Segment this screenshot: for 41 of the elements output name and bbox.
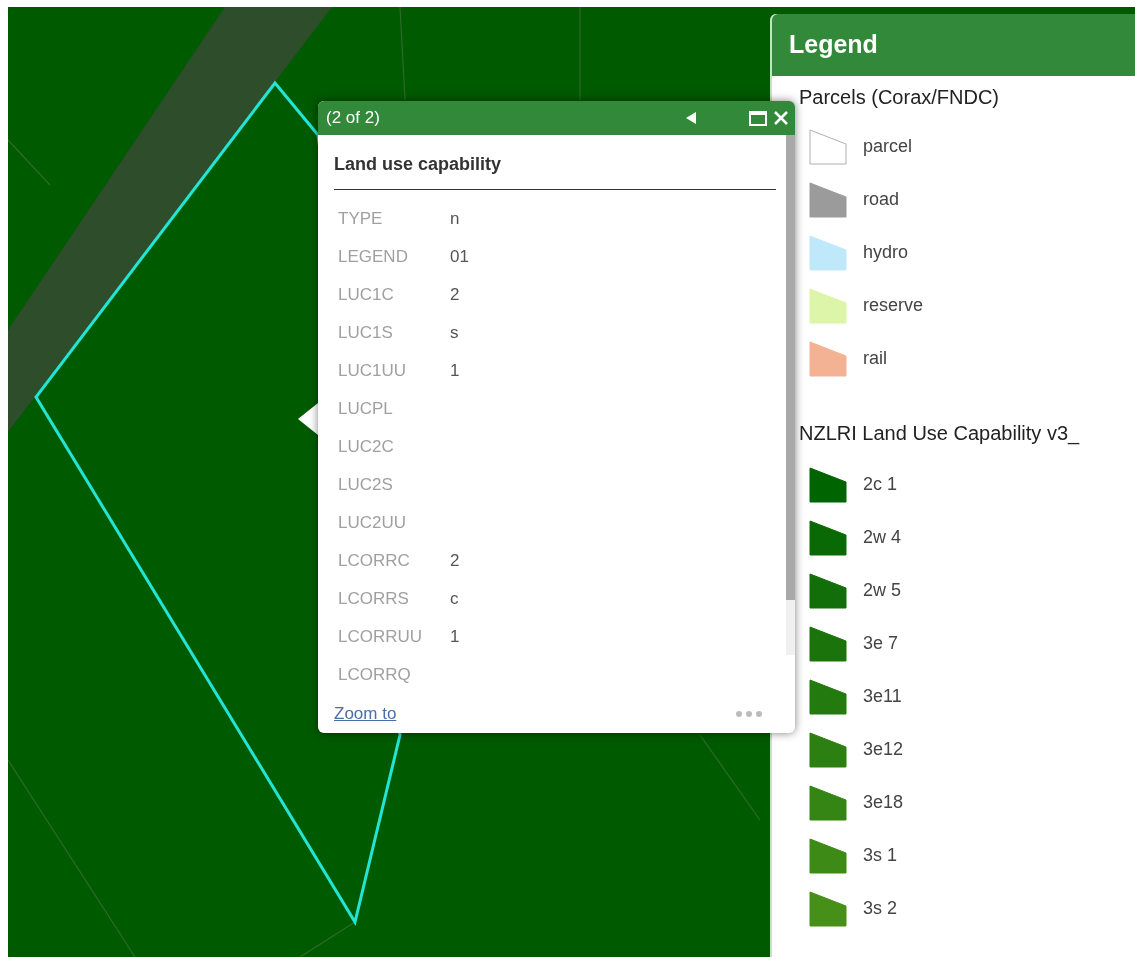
legend-label: 2w 4 bbox=[863, 526, 902, 549]
field-value: c bbox=[450, 588, 459, 611]
field-name: LCORRQ bbox=[338, 664, 412, 687]
field-name: LCORRC bbox=[338, 550, 411, 573]
legend-label: 3s 1 bbox=[863, 844, 898, 867]
legend-label: hydro bbox=[863, 241, 909, 264]
field-name: TYPE bbox=[338, 208, 384, 231]
field-name: LUC1C bbox=[338, 284, 395, 307]
popup-title: Land use capability bbox=[334, 151, 776, 190]
legend-label: 2c 1 bbox=[863, 473, 898, 496]
field-name: LUC2S bbox=[338, 474, 394, 497]
legend-label: road bbox=[863, 188, 900, 211]
field-value: 2 bbox=[450, 284, 460, 307]
legend-title: Legend bbox=[789, 29, 878, 61]
legend-label: 3e 7 bbox=[863, 632, 899, 655]
field-name: LUC2UU bbox=[338, 512, 408, 535]
legend-label: 3e11 bbox=[863, 685, 902, 708]
field-value: n bbox=[450, 208, 460, 231]
legend-label: rail bbox=[863, 347, 887, 370]
popup-counter: (2 of 2) bbox=[326, 107, 380, 130]
legend-group-title: Parcels (Corax/FNDC) bbox=[799, 85, 1000, 110]
legend-group-title: NZLRI Land Use Capability v3_ bbox=[799, 421, 1080, 447]
field-value: 01 bbox=[450, 246, 469, 269]
legend-label: 2w 5 bbox=[863, 579, 902, 602]
legend-label: parcel bbox=[863, 135, 913, 158]
field-name: LUCPL bbox=[338, 398, 394, 421]
zoom-to-link[interactable]: Zoom to bbox=[334, 701, 397, 727]
field-value: 1 bbox=[450, 626, 460, 649]
field-name: LUC2C bbox=[338, 436, 395, 459]
field-name: LUC1UU bbox=[338, 360, 408, 383]
field-name: LUC1S bbox=[338, 322, 394, 345]
legend-label: 3e18 bbox=[863, 791, 904, 814]
legend-label: 3s 2 bbox=[863, 897, 898, 920]
field-name: LEGEND bbox=[338, 246, 409, 269]
field-value: 2 bbox=[450, 550, 460, 573]
legend-label: reserve bbox=[863, 294, 924, 317]
legend-label: 3e12 bbox=[863, 738, 904, 761]
field-value: s bbox=[450, 322, 459, 345]
field-name: LCORRUU bbox=[338, 626, 424, 649]
field-name: LCORRS bbox=[338, 588, 410, 611]
field-value: 1 bbox=[450, 360, 460, 383]
